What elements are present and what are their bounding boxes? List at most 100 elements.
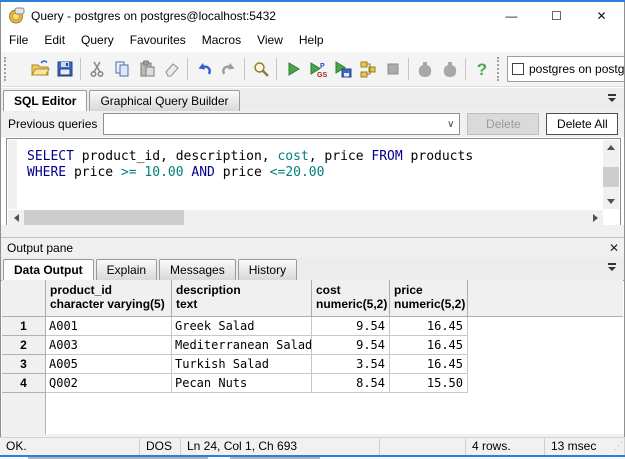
column-header-product_id[interactable]: product_idcharacter varying(5) — [46, 280, 172, 317]
grid-cell[interactable]: Turkish Salad — [172, 355, 312, 374]
undo-button[interactable] — [191, 57, 216, 82]
clear-window-button[interactable] — [159, 57, 184, 82]
grid-cell[interactable]: A003 — [46, 336, 172, 355]
output-pane-header: Output pane ✕ — [1, 237, 624, 259]
title-bar[interactable]: Query - postgres on postgres@localhost:5… — [1, 2, 624, 29]
save-file-button[interactable] — [52, 57, 77, 82]
grid-cell[interactable]: 8.54 — [312, 374, 390, 393]
sql-line: WHERE price >= 10.00 AND price <=20.00 — [27, 165, 603, 181]
menu-file[interactable]: File — [1, 29, 36, 52]
close-button[interactable]: ✕ — [579, 2, 624, 29]
execute-query-button[interactable] — [280, 57, 305, 82]
toolbar-separator — [80, 58, 81, 80]
scroll-right-icon[interactable] — [587, 210, 603, 225]
macro-run-button[interactable] — [437, 57, 462, 82]
copy-button[interactable] — [109, 57, 134, 82]
output-tab-row: Data OutputExplainMessagesHistory — [1, 257, 624, 281]
output-pane-close-icon[interactable]: ✕ — [604, 241, 624, 255]
editor-horizontal-scrollbar[interactable] — [8, 210, 603, 225]
menu-help[interactable]: Help — [291, 29, 332, 52]
scroll-up-icon[interactable] — [603, 140, 619, 155]
resize-grip-icon[interactable]: ⋰ — [613, 441, 623, 452]
explain-query-button[interactable] — [355, 57, 380, 82]
delete-button[interactable]: Delete — [467, 113, 539, 135]
previous-queries-combobox[interactable]: ∨ — [103, 113, 460, 135]
menu-macros[interactable]: Macros — [194, 29, 249, 52]
status-segment-3 — [380, 438, 466, 455]
grid-header-filler — [468, 280, 623, 317]
row-label[interactable]: 3 — [2, 355, 46, 374]
vertical-scroll-thumb[interactable] — [603, 167, 619, 187]
grid-cell[interactable]: Greek Salad — [172, 317, 312, 336]
maximize-button[interactable]: ☐ — [534, 2, 579, 29]
macro-run-icon — [440, 59, 460, 79]
menu-favourites[interactable]: Favourites — [122, 29, 194, 52]
open-file-button[interactable] — [27, 57, 52, 82]
status-segment-2: Ln 24, Col 1, Ch 693 — [181, 438, 380, 455]
macro-bank-button[interactable] — [412, 57, 437, 82]
help-button[interactable]: ? — [469, 57, 494, 82]
grid-cell[interactable]: 9.54 — [312, 317, 390, 336]
pane-menu-icon[interactable] — [606, 94, 618, 106]
column-header-price[interactable]: pricenumeric(5,2) — [390, 280, 468, 317]
grid-cell[interactable]: 3.54 — [312, 355, 390, 374]
svg-text:GS: GS — [317, 72, 327, 79]
column-header-description[interactable]: descriptiontext — [172, 280, 312, 317]
redo-icon — [219, 59, 239, 79]
grid-cell[interactable]: 15.50 — [390, 374, 468, 393]
grid-cell[interactable]: A001 — [46, 317, 172, 336]
connection-combobox[interactable]: postgres on postgres@lo — [507, 56, 624, 82]
data-output-grid: product_idcharacter varying(5)descriptio… — [2, 280, 623, 434]
menu-edit[interactable]: Edit — [36, 29, 73, 52]
redo-button[interactable] — [216, 57, 241, 82]
toolbar-grip[interactable] — [497, 57, 502, 81]
tab-history[interactable]: History — [238, 259, 297, 280]
grid-cell[interactable]: 16.45 — [390, 336, 468, 355]
open-file-icon — [30, 59, 50, 79]
toolbar-grip[interactable] — [4, 57, 9, 81]
sql-editor[interactable]: SELECT product_id, description, cost, pr… — [6, 138, 621, 227]
paste-button[interactable] — [134, 57, 159, 82]
row-label[interactable]: 4 — [2, 374, 46, 393]
menu-view[interactable]: View — [249, 29, 291, 52]
execute-to-file-button[interactable] — [330, 57, 355, 82]
grid-cell[interactable]: Mediterranean Salad — [172, 336, 312, 355]
column-header-cost[interactable]: costnumeric(5,2) — [312, 280, 390, 317]
grid-cell[interactable]: Pecan Nuts — [172, 374, 312, 393]
undo-icon — [194, 59, 214, 79]
sql-text[interactable]: SELECT product_id, description, cost, pr… — [17, 140, 603, 218]
help-icon: ? — [472, 59, 492, 79]
connection-checkbox[interactable] — [512, 63, 524, 75]
tab-graphical-query-builder[interactable]: Graphical Query Builder — [89, 90, 239, 111]
tab-explain[interactable]: Explain — [96, 259, 157, 280]
editor-vertical-scrollbar[interactable] — [603, 140, 619, 209]
delete-all-button[interactable]: Delete All — [546, 113, 618, 135]
tab-sql-editor[interactable]: SQL Editor — [3, 90, 87, 111]
tab-messages[interactable]: Messages — [159, 259, 236, 280]
scroll-left-icon[interactable] — [8, 210, 24, 225]
grid-cell[interactable]: 16.45 — [390, 355, 468, 374]
table-row: 3A005Turkish Salad3.5416.45 — [2, 355, 623, 374]
grid-cell[interactable]: 9.54 — [312, 336, 390, 355]
find-button[interactable] — [248, 57, 273, 82]
execute-pgscript-button[interactable]: PGS — [305, 57, 330, 82]
grid-cell[interactable]: Q002 — [46, 374, 172, 393]
scroll-down-icon[interactable] — [603, 194, 619, 209]
cancel-query-button[interactable] — [380, 57, 405, 82]
minimize-button[interactable]: — — [489, 2, 534, 29]
save-file-icon — [55, 59, 75, 79]
grid-cell[interactable]: 16.45 — [390, 317, 468, 336]
tab-data-output[interactable]: Data Output — [3, 259, 94, 280]
horizontal-scroll-thumb[interactable] — [24, 210, 184, 225]
grid-corner-cell[interactable] — [2, 280, 46, 317]
row-label[interactable]: 2 — [2, 336, 46, 355]
connection-label: postgres on postgres@lo — [529, 62, 624, 76]
row-label[interactable]: 1 — [2, 317, 46, 336]
cut-button[interactable] — [84, 57, 109, 82]
paste-icon — [137, 59, 157, 79]
pane-menu-icon[interactable] — [606, 263, 618, 275]
grid-cell[interactable]: A005 — [46, 355, 172, 374]
pane-splitter[interactable] — [1, 225, 624, 237]
find-icon — [251, 59, 271, 79]
menu-query[interactable]: Query — [73, 29, 122, 52]
